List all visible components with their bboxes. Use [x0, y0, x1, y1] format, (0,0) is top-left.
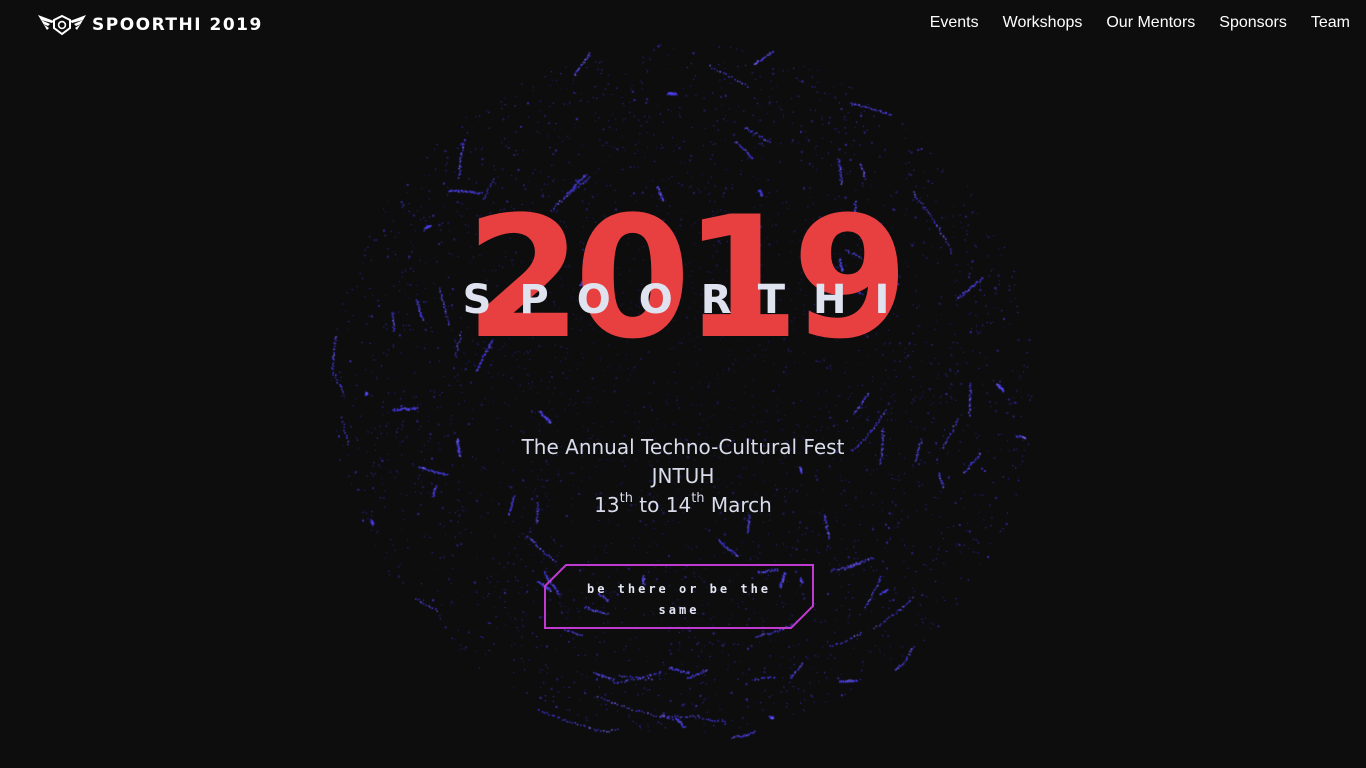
winged-shield-logo-icon — [38, 14, 86, 36]
tagline-dates: 13th to 14th March — [0, 491, 1366, 520]
cta-button[interactable]: Be there or be the same — [544, 564, 814, 629]
cta-label: Be there or be the same — [586, 582, 772, 617]
main-nav: Events Workshops Our Mentors Sponsors Te… — [906, 14, 1350, 32]
nav-link-our-mentors[interactable]: Our Mentors — [1106, 14, 1195, 32]
landing-page: SPOORTHI 2019 Events Workshops Our Mento… — [0, 0, 1366, 768]
date-end: 14 — [665, 493, 692, 517]
tagline-fest: The Annual Techno-Cultural Fest — [521, 435, 845, 459]
nav-link-sponsors[interactable]: Sponsors — [1219, 14, 1287, 32]
date-to: to — [639, 493, 660, 517]
nav-link-team[interactable]: Team — [1311, 14, 1350, 32]
brand-name: SPOORTHI 2019 — [92, 15, 263, 35]
hero-title: SPOORTHI — [462, 277, 918, 323]
nav-link-events[interactable]: Events — [930, 14, 979, 32]
brand-logo-link[interactable]: SPOORTHI 2019 — [36, 12, 263, 38]
date-month: March — [710, 493, 772, 517]
date-start: 13 — [594, 493, 620, 517]
hero-tagline: The Annual Techno-Cultural Fest JNTUH 13… — [0, 433, 1366, 520]
particle-globe-background — [0, 0, 1366, 768]
tagline-university: JNTUH — [651, 464, 715, 488]
navbar: SPOORTHI 2019 Events Workshops Our Mento… — [0, 0, 1366, 50]
date-start-suffix: th — [619, 491, 633, 507]
date-end-suffix: th — [691, 491, 705, 507]
nav-link-workshops[interactable]: Workshops — [1003, 14, 1083, 32]
